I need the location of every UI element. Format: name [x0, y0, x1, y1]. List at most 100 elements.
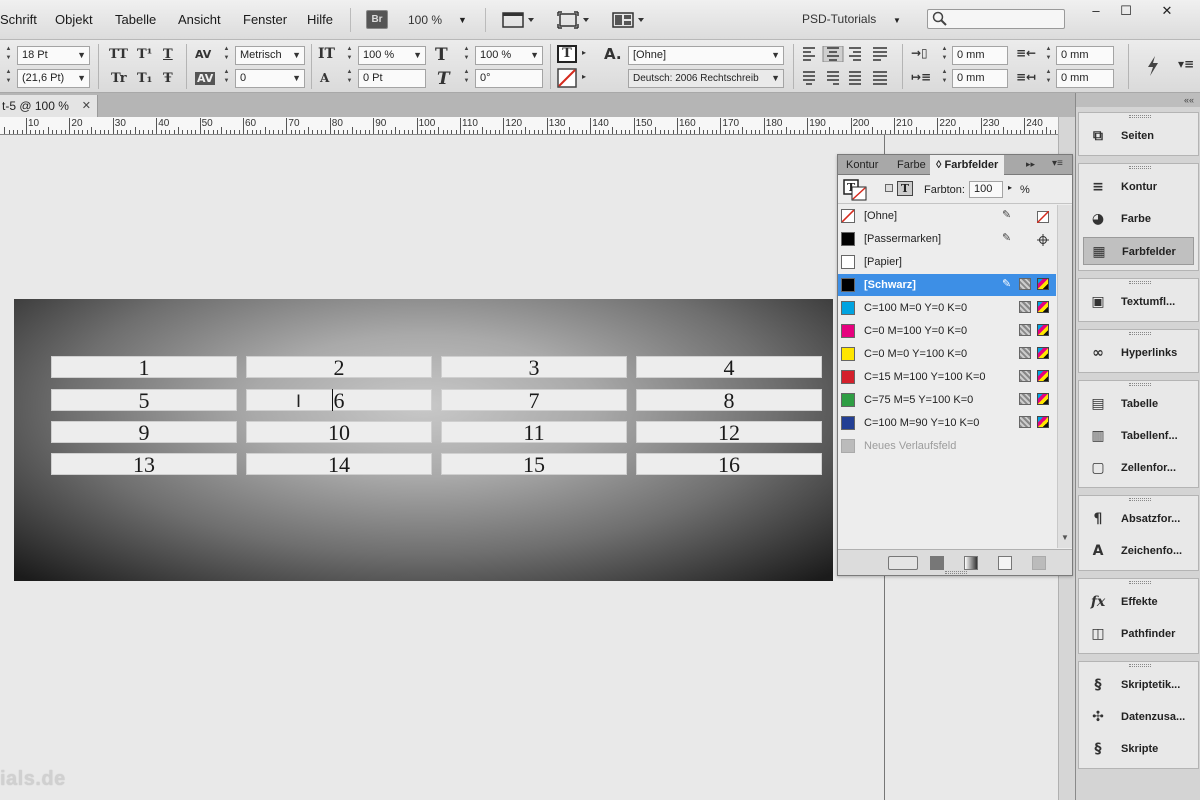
- dock-group-grip[interactable]: [1129, 115, 1151, 118]
- dock-group-grip[interactable]: [1129, 383, 1151, 386]
- show-color-swatches-icon[interactable]: [930, 556, 944, 570]
- table-cell[interactable]: 7: [441, 389, 627, 412]
- last-line-indent-spinner[interactable]: ▲ ▼: [1044, 68, 1053, 87]
- dock-item-absatzfor[interactable]: ¶ Absatzfor...: [1079, 505, 1198, 533]
- horizontal-scale-spinner[interactable]: ▲ ▼: [462, 45, 471, 64]
- dock-item-pathfinder[interactable]: ◫ Pathfinder: [1079, 620, 1198, 648]
- first-line-indent-field[interactable]: 0 mm: [952, 69, 1008, 88]
- swatch-row[interactable]: C=75 M=5 Y=100 K=0: [838, 389, 1056, 411]
- horizontal-ruler[interactable]: 10 20 30 40 50 60 70 80 90 100 110 120 130 140 150 160 1…: [0, 117, 1065, 135]
- menu-tabelle[interactable]: Tabelle: [115, 12, 156, 27]
- tab-farbe[interactable]: Farbe: [891, 155, 932, 175]
- swatch-row[interactable]: [Schwarz] ✎: [838, 274, 1056, 296]
- swatch-row[interactable]: C=100 M=0 Y=0 K=0: [838, 297, 1056, 319]
- dock-item-zeichenfo[interactable]: A Zeichenfo...: [1079, 537, 1198, 565]
- justify-center-icon[interactable]: [803, 71, 815, 85]
- character-style-dropdown-icon[interactable]: ▼: [771, 47, 780, 64]
- kerning-dropdown-icon[interactable]: ▼: [292, 47, 301, 64]
- dock-item-seiten[interactable]: ⧉ Seiten: [1079, 122, 1198, 150]
- dock-group-grip[interactable]: [1129, 281, 1151, 284]
- delete-swatch-icon[interactable]: [1032, 556, 1046, 570]
- collapse-panel-icon[interactable]: ▸▸: [1026, 159, 1035, 170]
- table-cell[interactable]: 11: [441, 421, 627, 444]
- zoom-level[interactable]: 100 %: [408, 13, 442, 27]
- swatch-list-scrollbar[interactable]: ▼: [1057, 205, 1072, 548]
- underline-icon[interactable]: T: [163, 47, 173, 62]
- table-cell[interactable]: 1: [51, 356, 237, 379]
- menu-ansicht[interactable]: Ansicht: [178, 12, 221, 27]
- swatch-row[interactable]: [Papier]: [838, 251, 1056, 273]
- workspace-dropdown-icon[interactable]: ▼: [893, 16, 901, 34]
- table-cell[interactable]: 10: [246, 421, 432, 444]
- baseline-shift-field[interactable]: 0 Pt: [358, 69, 426, 88]
- document-tab[interactable]: t-5 @ 100 % ✕: [0, 95, 98, 117]
- scroll-down-icon[interactable]: ▼: [1061, 533, 1069, 542]
- text-fill-icon[interactable]: T: [557, 45, 577, 63]
- horizontal-scale-field[interactable]: 100 % ▼: [475, 46, 543, 65]
- dock-item-tabelle[interactable]: ▤ Tabelle: [1079, 390, 1198, 418]
- leading-dropdown-icon[interactable]: ▼: [77, 70, 86, 87]
- align-spine-icon[interactable]: [873, 71, 887, 85]
- left-indent-spinner[interactable]: ▲ ▼: [940, 45, 949, 64]
- table-cell[interactable]: 16: [636, 453, 822, 476]
- fill-stroke-toggle-icon[interactable]: T: [843, 179, 869, 201]
- table-cell[interactable]: 5: [51, 389, 237, 412]
- align-left-icon[interactable]: [803, 47, 815, 61]
- workspace-switcher[interactable]: PSD-Tutorials: [802, 12, 876, 26]
- dock-group-grip[interactable]: [1129, 498, 1151, 501]
- baseline-shift-spinner[interactable]: ▲ ▼: [345, 68, 354, 87]
- last-line-indent-field[interactable]: 0 mm: [1056, 69, 1114, 88]
- show-gradient-swatches-icon[interactable]: [964, 556, 978, 570]
- table-cell[interactable]: 13: [51, 453, 237, 476]
- leading-field[interactable]: (21,6 Pt) ▼: [17, 69, 90, 88]
- dock-item-farbfelder[interactable]: ▦ Farbfelder: [1083, 237, 1194, 265]
- justify-left-icon[interactable]: [873, 47, 887, 61]
- dock-item-tabellenf[interactable]: ▥ Tabellenf...: [1079, 422, 1198, 450]
- quick-apply-icon[interactable]: [1145, 55, 1161, 77]
- dock-item-effekte[interactable]: fx Effekte: [1079, 588, 1198, 616]
- close-tab-icon[interactable]: ✕: [82, 95, 91, 117]
- leading-spinner[interactable]: ▲ ▼: [4, 68, 13, 87]
- table-cell[interactable]: 15: [441, 453, 627, 476]
- dock-item-skriptetik[interactable]: § Skriptetik...: [1079, 671, 1198, 699]
- container-format-icon[interactable]: [885, 184, 893, 192]
- swatch-row[interactable]: [Passermarken] ✎: [838, 228, 1056, 250]
- menu-schrift[interactable]: Schrift: [0, 12, 37, 27]
- fill-arrow-icon[interactable]: ▸: [582, 47, 586, 57]
- table-cell[interactable]: 4: [636, 356, 822, 379]
- align-right-icon[interactable]: [849, 47, 861, 61]
- kerning-spinner[interactable]: ▲ ▼: [222, 45, 231, 64]
- new-swatch-icon[interactable]: [998, 556, 1012, 570]
- control-menu-icon[interactable]: ▾≡: [1178, 57, 1194, 71]
- text-format-icon[interactable]: T: [897, 181, 913, 196]
- table-cell[interactable]: 2: [246, 356, 432, 379]
- dock-item-skripte[interactable]: § Skripte: [1079, 735, 1198, 763]
- tracking-field[interactable]: 0 ▼: [235, 69, 305, 88]
- subscript-icon[interactable]: T₁: [137, 71, 152, 86]
- swatch-row[interactable]: C=100 M=90 Y=10 K=0: [838, 412, 1056, 434]
- vertical-scale-dropdown-icon[interactable]: ▼: [413, 47, 422, 64]
- swatch-row[interactable]: C=0 M=100 Y=0 K=0: [838, 320, 1056, 342]
- screen-mode-icon[interactable]: [557, 11, 591, 29]
- dock-item-datenzusa[interactable]: ✣ Datenzusa...: [1079, 703, 1198, 731]
- right-indent-field[interactable]: 0 mm: [1056, 46, 1114, 65]
- arrange-documents-icon[interactable]: [612, 11, 646, 29]
- language-dropdown[interactable]: Deutsch: 2006 Rechtschreib ▼: [628, 69, 784, 88]
- first-line-indent-spinner[interactable]: ▲ ▼: [940, 68, 949, 87]
- dock-item-zellenfor[interactable]: ▢ Zellenfor...: [1079, 454, 1198, 482]
- character-style-dropdown[interactable]: [Ohne] ▼: [628, 46, 784, 65]
- skew-field[interactable]: 0°: [475, 69, 543, 88]
- dock-item-kontur[interactable]: ≡ Kontur: [1079, 173, 1198, 201]
- font-size-dropdown-icon[interactable]: ▼: [77, 47, 86, 64]
- table-cell[interactable]: 12: [636, 421, 822, 444]
- tint-slider-arrow-icon[interactable]: ▸: [1008, 183, 1012, 192]
- table-cell[interactable]: 3: [441, 356, 627, 379]
- dock-item-farbe[interactable]: ◕ Farbe: [1079, 205, 1198, 233]
- vertical-scale-spinner[interactable]: ▲ ▼: [345, 45, 354, 64]
- swatch-row[interactable]: C=0 M=0 Y=100 K=0: [838, 343, 1056, 365]
- language-dropdown-icon[interactable]: ▼: [771, 70, 780, 87]
- swatch-row[interactable]: C=15 M=100 Y=100 K=0: [838, 366, 1056, 388]
- menu-objekt[interactable]: Objekt: [55, 12, 93, 27]
- maximize-button[interactable]: ☐: [1112, 2, 1140, 22]
- dock-item-textumfl[interactable]: ▣ Textumfl...: [1079, 288, 1198, 316]
